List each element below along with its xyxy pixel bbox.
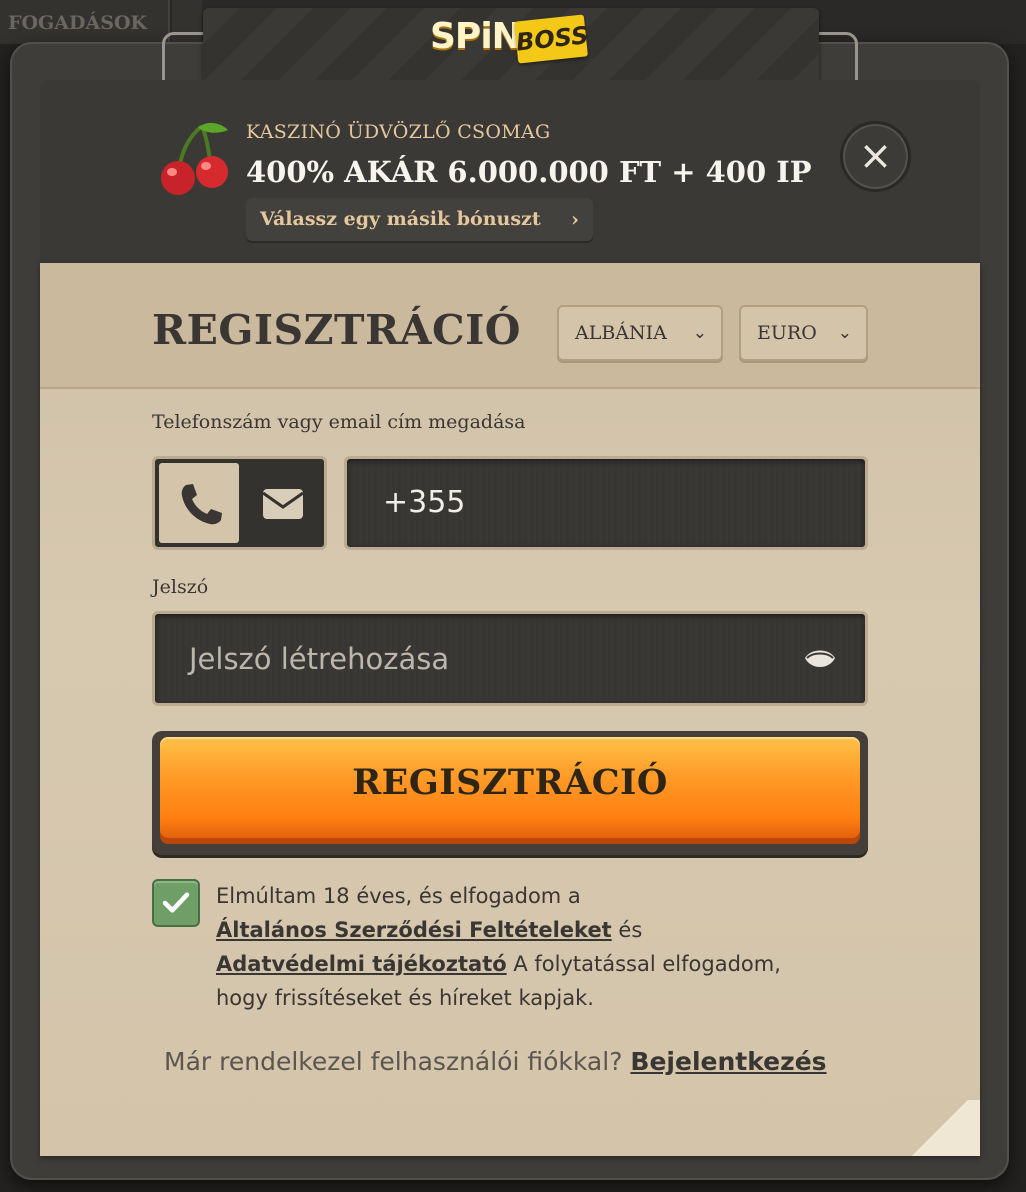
register-submit-button[interactable]: REGISZTRÁCIÓ [160, 737, 860, 838]
phone-icon [181, 484, 222, 525]
mail-icon [262, 489, 304, 519]
chevron-down-icon: ⌄ [692, 323, 707, 343]
email-option-button[interactable] [243, 463, 323, 543]
consent-text-intro: Elmúltam 18 éves, és elfogadom a [216, 884, 581, 908]
consent-text: Elmúltam 18 éves, és elfogadom a Általán… [216, 879, 836, 1015]
consent-and: és [618, 918, 643, 942]
phone-input[interactable]: +355 [344, 456, 868, 550]
currency-select[interactable]: EURO ⌄ [739, 305, 868, 361]
password-placeholder: Jelszó létrehozása [189, 642, 450, 676]
chevron-down-icon: ⌄ [837, 323, 852, 343]
contact-label: Telefonszám vagy email cím megadása [152, 411, 526, 433]
logo-spin-text: SPiN [430, 16, 522, 57]
paper-curl [900, 1100, 980, 1156]
choose-other-bonus-button[interactable]: Válassz egy másik bónuszt › [246, 198, 593, 241]
country-select-value: ALBÁNIA [575, 322, 667, 344]
country-select[interactable]: ALBÁNIA ⌄ [557, 305, 723, 361]
eye-icon[interactable] [803, 644, 837, 674]
login-prompt-text: Már rendelkezel felhasználói fiókkal? [164, 1047, 623, 1076]
currency-select-value: EURO [757, 322, 817, 344]
contact-type-toggle [152, 456, 327, 550]
bonus-title: 400% AKÁR 6.000.000 FT + 400 IP [246, 155, 812, 189]
registration-title: REGISZTRÁCIÓ [152, 306, 521, 354]
password-input[interactable]: Jelszó létrehozása [152, 611, 868, 706]
logo-boss-badge: BOSS [513, 14, 590, 64]
checkmark-icon [162, 892, 190, 913]
close-icon: × [858, 133, 893, 179]
login-prompt: Már rendelkezel felhasználói fiókkal? Be… [164, 1047, 827, 1076]
login-link[interactable]: Bejelentkezés [630, 1047, 826, 1076]
bonus-subtitle: KASZINÓ ÜDVÖZLŐ CSOMAG [246, 121, 551, 143]
terms-checkbox[interactable] [152, 879, 200, 927]
privacy-link[interactable]: Adatvédelmi tájékoztató [216, 952, 507, 976]
nav-tab-betting[interactable]: FOGADÁSOK [0, 0, 170, 44]
phone-option-button[interactable] [159, 463, 239, 543]
close-button[interactable]: × [840, 121, 911, 192]
choose-other-bonus-label: Válassz egy másik bónuszt [260, 208, 541, 230]
terms-link[interactable]: Általános Szerződési Feltételeket [216, 918, 612, 942]
spinboss-logo: SPiN BOSS [430, 14, 590, 70]
password-label: Jelszó [152, 576, 209, 598]
registration-paper [40, 263, 980, 1156]
chevron-right-icon: › [571, 207, 579, 231]
phone-input-value: +355 [383, 485, 466, 520]
cherry-icon [161, 122, 228, 195]
